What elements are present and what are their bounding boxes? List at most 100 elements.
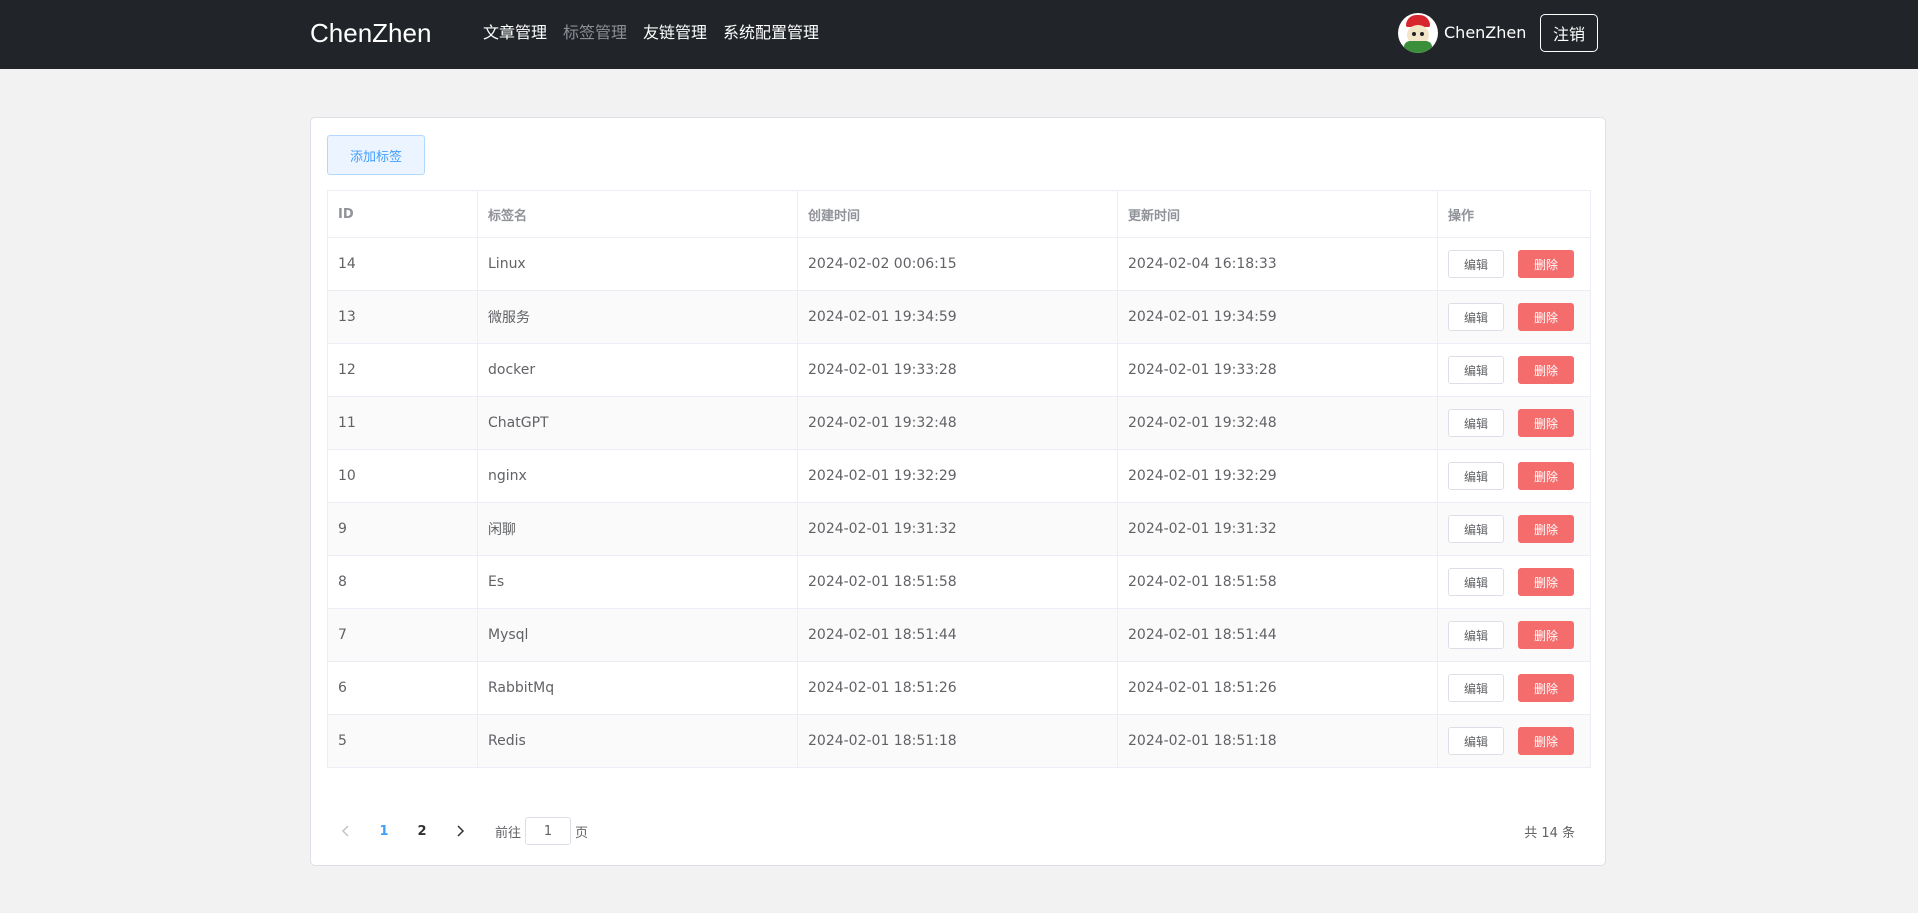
cell-name: Es (477, 555, 798, 609)
table-row: 10 nginx 2024-02-01 19:32:29 2024-02-01 … (327, 449, 1591, 503)
cell-id: 12 (327, 343, 478, 397)
add-tag-button[interactable]: 添加标签 (327, 135, 425, 175)
cell-created: 2024-02-01 18:51:58 (797, 555, 1118, 609)
cell-actions: 编辑 删除 (1437, 608, 1591, 662)
edit-button[interactable]: 编辑 (1448, 568, 1504, 596)
table-header-row: ID 标签名 创建时间 更新时间 操作 (327, 190, 1591, 238)
cell-updated: 2024-02-01 19:32:48 (1117, 396, 1438, 450)
edit-button[interactable]: 编辑 (1448, 356, 1504, 384)
delete-button[interactable]: 删除 (1518, 674, 1574, 702)
cell-actions: 编辑 删除 (1437, 290, 1591, 344)
cell-name: RabbitMq (477, 661, 798, 715)
cell-actions: 编辑 删除 (1437, 343, 1591, 397)
cell-created: 2024-02-02 00:06:15 (797, 237, 1118, 291)
cell-id: 10 (327, 449, 478, 503)
delete-button[interactable]: 删除 (1518, 303, 1574, 331)
goto-suffix-label: 页 (575, 825, 589, 841)
cell-id: 14 (327, 237, 478, 291)
edit-button[interactable]: 编辑 (1448, 462, 1504, 490)
chevron-right-icon[interactable] (441, 817, 479, 845)
table-row: 13 微服务 2024-02-01 19:34:59 2024-02-01 19… (327, 290, 1591, 344)
cell-name: 微服务 (477, 290, 798, 344)
table-row: 8 Es 2024-02-01 18:51:58 2024-02-01 18:5… (327, 555, 1591, 609)
cell-updated: 2024-02-01 18:51:44 (1117, 608, 1438, 662)
cell-id: 9 (327, 502, 478, 556)
cell-updated: 2024-02-01 19:34:59 (1117, 290, 1438, 344)
cell-actions: 编辑 删除 (1437, 555, 1591, 609)
cell-name: Linux (477, 237, 798, 291)
cell-name: 闲聊 (477, 502, 798, 556)
cell-updated: 2024-02-04 16:18:33 (1117, 237, 1438, 291)
delete-button[interactable]: 删除 (1518, 515, 1574, 543)
logout-button[interactable]: 注销 (1540, 14, 1598, 52)
cell-updated: 2024-02-01 18:51:26 (1117, 661, 1438, 715)
cell-updated: 2024-02-01 19:33:28 (1117, 343, 1438, 397)
edit-button[interactable]: 编辑 (1448, 250, 1504, 278)
cell-updated: 2024-02-01 19:31:32 (1117, 502, 1438, 556)
column-header-name: 标签名 (477, 190, 798, 238)
cell-actions: 编辑 删除 (1437, 714, 1591, 768)
edit-button[interactable]: 编辑 (1448, 303, 1504, 331)
cell-id: 6 (327, 661, 478, 715)
cell-id: 7 (327, 608, 478, 662)
cell-updated: 2024-02-01 18:51:58 (1117, 555, 1438, 609)
column-header-id: ID (327, 190, 478, 238)
nav-item-articles[interactable]: 文章管理 (483, 22, 547, 44)
cell-id: 13 (327, 290, 478, 344)
cell-updated: 2024-02-01 18:51:18 (1117, 714, 1438, 768)
cell-created: 2024-02-01 19:32:48 (797, 396, 1118, 450)
top-navbar: ChenZhen 文章管理 标签管理 友链管理 系统配置管理 ChenZhen … (0, 0, 1918, 69)
main-nav: 文章管理 标签管理 友链管理 系统配置管理 (483, 22, 819, 44)
pagination: 1 2 前往 页 (327, 817, 588, 845)
cell-actions: 编辑 删除 (1437, 661, 1591, 715)
page-number[interactable]: 2 (403, 817, 441, 845)
cell-actions: 编辑 删除 (1437, 237, 1591, 291)
cell-created: 2024-02-01 19:34:59 (797, 290, 1118, 344)
table-row: 6 RabbitMq 2024-02-01 18:51:26 2024-02-0… (327, 661, 1591, 715)
cell-actions: 编辑 删除 (1437, 449, 1591, 503)
table-row: 14 Linux 2024-02-02 00:06:15 2024-02-04 … (327, 237, 1591, 291)
column-header-actions: 操作 (1437, 190, 1591, 238)
edit-button[interactable]: 编辑 (1448, 727, 1504, 755)
total-count: 共 14 条 (1524, 826, 1575, 841)
delete-button[interactable]: 删除 (1518, 356, 1574, 384)
cell-created: 2024-02-01 18:51:18 (797, 714, 1118, 768)
cell-created: 2024-02-01 18:51:26 (797, 661, 1118, 715)
edit-button[interactable]: 编辑 (1448, 621, 1504, 649)
cell-id: 11 (327, 396, 478, 450)
cell-name: docker (477, 343, 798, 397)
page-number[interactable]: 1 (365, 817, 403, 845)
brand-logo[interactable]: ChenZhen (310, 17, 431, 49)
delete-button[interactable]: 删除 (1518, 727, 1574, 755)
cell-created: 2024-02-01 19:31:32 (797, 502, 1118, 556)
nav-item-links[interactable]: 友链管理 (643, 22, 707, 44)
cell-id: 8 (327, 555, 478, 609)
delete-button[interactable]: 删除 (1518, 568, 1574, 596)
cell-created: 2024-02-01 18:51:44 (797, 608, 1118, 662)
page-jumper: 前往 页 (495, 817, 588, 845)
delete-button[interactable]: 删除 (1518, 250, 1574, 278)
goto-page-input[interactable] (525, 817, 572, 845)
nav-item-system-config[interactable]: 系统配置管理 (723, 22, 819, 44)
table-row: 9 闲聊 2024-02-01 19:31:32 2024-02-01 19:3… (327, 502, 1591, 556)
cell-updated: 2024-02-01 19:32:29 (1117, 449, 1438, 503)
cell-actions: 编辑 删除 (1437, 396, 1591, 450)
delete-button[interactable]: 删除 (1518, 621, 1574, 649)
edit-button[interactable]: 编辑 (1448, 409, 1504, 437)
table-row: 11 ChatGPT 2024-02-01 19:32:48 2024-02-0… (327, 396, 1591, 450)
cell-actions: 编辑 删除 (1437, 502, 1591, 556)
avatar[interactable] (1398, 13, 1438, 53)
delete-button[interactable]: 删除 (1518, 409, 1574, 437)
cell-name: Mysql (477, 608, 798, 662)
chevron-left-icon[interactable] (327, 817, 365, 845)
cell-id: 5 (327, 714, 478, 768)
nav-item-tags[interactable]: 标签管理 (563, 22, 627, 44)
delete-button[interactable]: 删除 (1518, 462, 1574, 490)
cell-created: 2024-02-01 19:32:29 (797, 449, 1118, 503)
table-row: 7 Mysql 2024-02-01 18:51:44 2024-02-01 1… (327, 608, 1591, 662)
cell-name: ChatGPT (477, 396, 798, 450)
cell-name: Redis (477, 714, 798, 768)
edit-button[interactable]: 编辑 (1448, 674, 1504, 702)
edit-button[interactable]: 编辑 (1448, 515, 1504, 543)
user-menu[interactable]: ChenZhen (1398, 13, 1526, 53)
